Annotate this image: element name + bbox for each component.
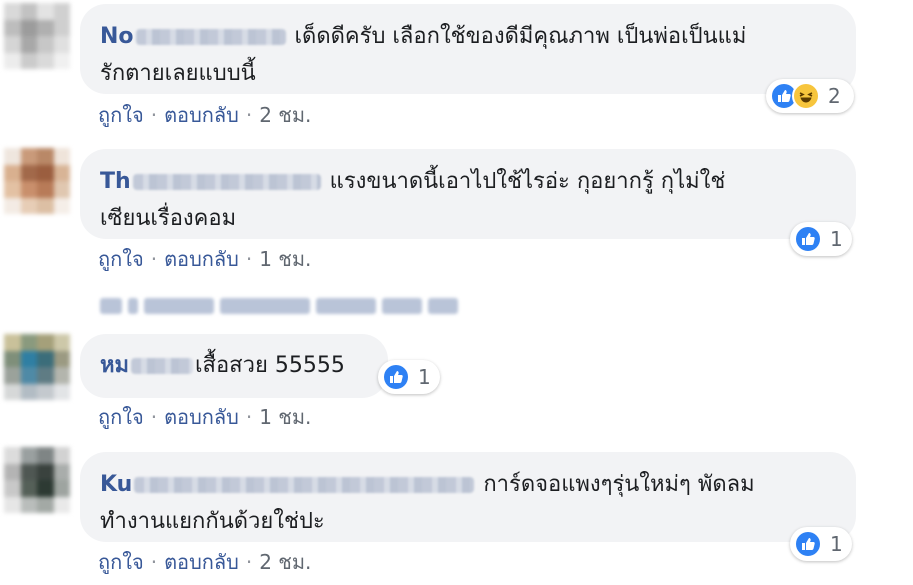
separator-dot: · [245, 550, 253, 574]
reply-link[interactable]: ตอบกลับ [164, 550, 239, 574]
comment-text: หม เสื้อสวย 55555 [100, 347, 366, 384]
avatar[interactable] [4, 148, 70, 214]
view-replies-link[interactable] [100, 295, 460, 317]
avatar[interactable] [4, 3, 70, 69]
reaction-count: 2 [828, 84, 841, 108]
reaction-summary[interactable]: 1 [790, 527, 852, 561]
reaction-summary[interactable]: 1 [790, 222, 852, 256]
like-icon [794, 530, 822, 558]
like-icon [794, 225, 822, 253]
comment-text-line2: เซียนเรื่องคอม [100, 206, 237, 231]
reply-link[interactable]: ตอบกลับ [164, 247, 239, 271]
comment-author[interactable]: No [100, 24, 288, 49]
avatar[interactable] [4, 447, 70, 513]
comment-text-line1: เสื้อสวย 55555 [195, 353, 345, 378]
reaction-summary[interactable]: 1 [378, 360, 440, 394]
separator-dot: · [150, 103, 158, 127]
comment-time[interactable]: 1 ชม. [259, 405, 311, 429]
comment-bubble: Ku การ์ดจอแพงๆรุ่นใหม่ๆ พัดลม ทำงานแยกกั… [80, 452, 856, 542]
comment-time[interactable]: 2 ชม. [259, 550, 311, 574]
comment-text: No เด็ดดีครับ เลือกใช้ของดีมีคุณภาพ เป็น… [100, 18, 834, 55]
comment-text-line2: ทำงานแยกกันด้วยใช่ปะ [100, 509, 325, 534]
like-icon [382, 363, 410, 391]
reply-link[interactable]: ตอบกลับ [164, 405, 239, 429]
comment-actions: ถูกใจ · ตอบกลับ · 1 ชม. [98, 401, 311, 433]
reply-link[interactable]: ตอบกลับ [164, 103, 239, 127]
separator-dot: · [245, 103, 253, 127]
like-link[interactable]: ถูกใจ [98, 103, 144, 127]
reaction-count: 1 [830, 532, 843, 556]
separator-dot: · [245, 247, 253, 271]
comment-bubble: หม เสื้อสวย 55555 [80, 334, 388, 398]
comment-actions: ถูกใจ · ตอบกลับ · 2 ชม. [98, 99, 311, 131]
separator-dot: · [150, 550, 158, 574]
comment-time[interactable]: 2 ชม. [259, 103, 311, 127]
reaction-summary[interactable]: 2 [766, 79, 854, 113]
like-link[interactable]: ถูกใจ [98, 550, 144, 574]
reaction-count: 1 [418, 365, 431, 389]
comment-text-line1: การ์ดจอแพงๆรุ่นใหม่ๆ พัดลม [483, 472, 755, 497]
comment-time[interactable]: 1 ชม. [259, 247, 311, 271]
comment-author[interactable]: Ku [100, 472, 476, 497]
separator-dot: · [245, 405, 253, 429]
haha-icon [792, 82, 820, 110]
comment-text-line1: เด็ดดีครับ เลือกใช้ของดีมีคุณภาพ เป็นพ่อ… [294, 24, 747, 49]
separator-dot: · [150, 247, 158, 271]
reaction-count: 1 [830, 227, 843, 251]
comment-text-line1: แรงขนาดนี้เอาไปใช้ไรอ่ะ กุอยากรู้ กุไม่ใ… [329, 169, 726, 194]
like-link[interactable]: ถูกใจ [98, 405, 144, 429]
comment-author[interactable]: หม [100, 353, 195, 378]
avatar[interactable] [4, 334, 70, 400]
separator-dot: · [150, 405, 158, 429]
comment-bubble: No เด็ดดีครับ เลือกใช้ของดีมีคุณภาพ เป็น… [80, 4, 856, 94]
comment-actions: ถูกใจ · ตอบกลับ · 2 ชม. [98, 546, 311, 578]
comment-text: Th แรงขนาดนี้เอาไปใช้ไรอ่ะ กุอยากรู้ กุไ… [100, 163, 834, 200]
comment-actions: ถูกใจ · ตอบกลับ · 1 ชม. [98, 243, 311, 275]
comment-bubble: Th แรงขนาดนี้เอาไปใช้ไรอ่ะ กุอยากรู้ กุไ… [80, 149, 856, 239]
comment-author[interactable]: Th [100, 169, 323, 194]
comment-text-line2: รักตายเลยแบบนี้ [100, 61, 256, 86]
comment-text: Ku การ์ดจอแพงๆรุ่นใหม่ๆ พัดลม [100, 466, 834, 503]
like-link[interactable]: ถูกใจ [98, 247, 144, 271]
